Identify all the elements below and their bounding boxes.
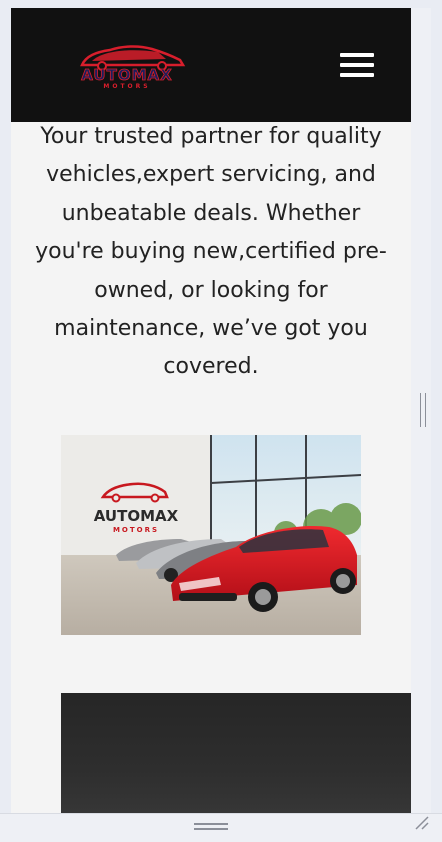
resize-corner-icon[interactable]: [414, 815, 430, 831]
menu-bar-bottom: [340, 73, 374, 77]
logo-wordmark: AUTOMAX: [81, 66, 172, 84]
logo-subwordmark: MOTORS: [103, 83, 150, 90]
intro-paragraph: Your trusted partner for quality vehicle…: [35, 124, 387, 380]
bottom-resize-bar[interactable]: [0, 813, 442, 842]
hamburger-menu-icon[interactable]: [340, 51, 374, 79]
site-navbar: AUTOMAX MOTORS: [11, 8, 411, 122]
showroom-image: AUTOMAX MOTORS: [61, 435, 361, 635]
automax-logo[interactable]: AUTOMAX MOTORS: [62, 38, 192, 90]
menu-bar-middle: [340, 63, 374, 67]
menu-bar-top: [340, 53, 374, 57]
wall-logo-word: AUTOMAX: [94, 507, 179, 525]
scrollbar-grip-icon[interactable]: [420, 393, 426, 427]
horizontal-grip-icon[interactable]: [194, 822, 228, 830]
mobile-viewport: AUTOMAX MOTORS Your trusted partner for …: [11, 8, 411, 813]
dark-feature-card: [61, 693, 411, 813]
wall-logo-subword: MOTORS: [113, 526, 159, 534]
